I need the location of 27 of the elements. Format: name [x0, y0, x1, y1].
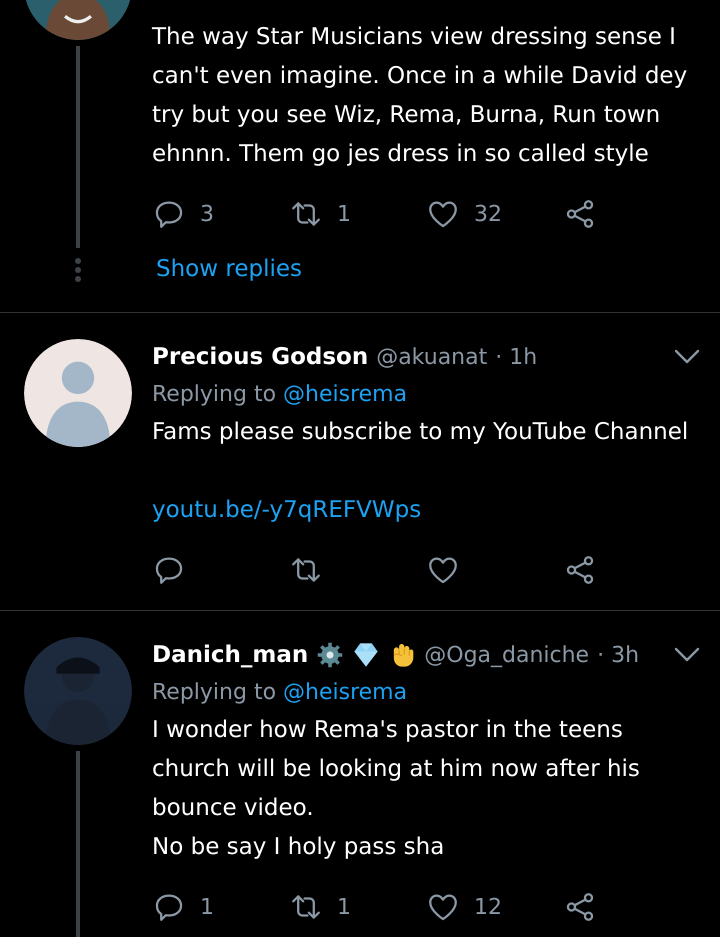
mention-link[interactable]: @heisrema	[283, 382, 408, 406]
replying-label: Replying to	[152, 680, 276, 704]
user-name[interactable]: Precious Godson	[152, 344, 368, 370]
action-count: 32	[474, 202, 502, 226]
user-name[interactable]: Danich_man	[152, 642, 308, 668]
show-replies-link[interactable]: Show replies	[156, 256, 302, 282]
chevron-down-icon[interactable]	[674, 349, 700, 365]
timestamp: · 3h	[597, 642, 640, 668]
tweet-text: Fams please subscribe to my YouTube Channel	[152, 418, 690, 447]
gem-icon	[352, 641, 380, 669]
tweet-text: No be say I holy pass sha	[152, 833, 446, 862]
action-count: 1	[337, 202, 351, 226]
more-dots-icon	[75, 258, 81, 282]
tweet-text: I wonder how Rema's pastor in the teens church will be looking at him now after his bounce video.	[152, 716, 641, 823]
user-handle[interactable]: @akuanat	[376, 344, 488, 370]
mention-link[interactable]: @heisrema	[283, 680, 408, 704]
action-count: 12	[474, 894, 502, 920]
tweet-text: The way Star Musicians view dressing sense I can't even imagine. Once in a while David dey try but you see Wiz, Rema, Burna, Run town ehnnn. Them go jes dress in so called style	[152, 23, 688, 169]
chevron-down-icon[interactable]	[674, 647, 700, 663]
action-count: 1	[337, 894, 351, 920]
action-count: 1	[200, 894, 214, 920]
gear-icon	[316, 641, 344, 669]
replying-label: Replying to	[152, 382, 276, 406]
user-handle[interactable]: @Oga_daniche	[424, 642, 590, 668]
tweet-link[interactable]: youtu.be/-y7qREFVWps	[152, 491, 422, 530]
action-count: 3	[200, 202, 214, 226]
timestamp: · 1h	[495, 344, 538, 370]
